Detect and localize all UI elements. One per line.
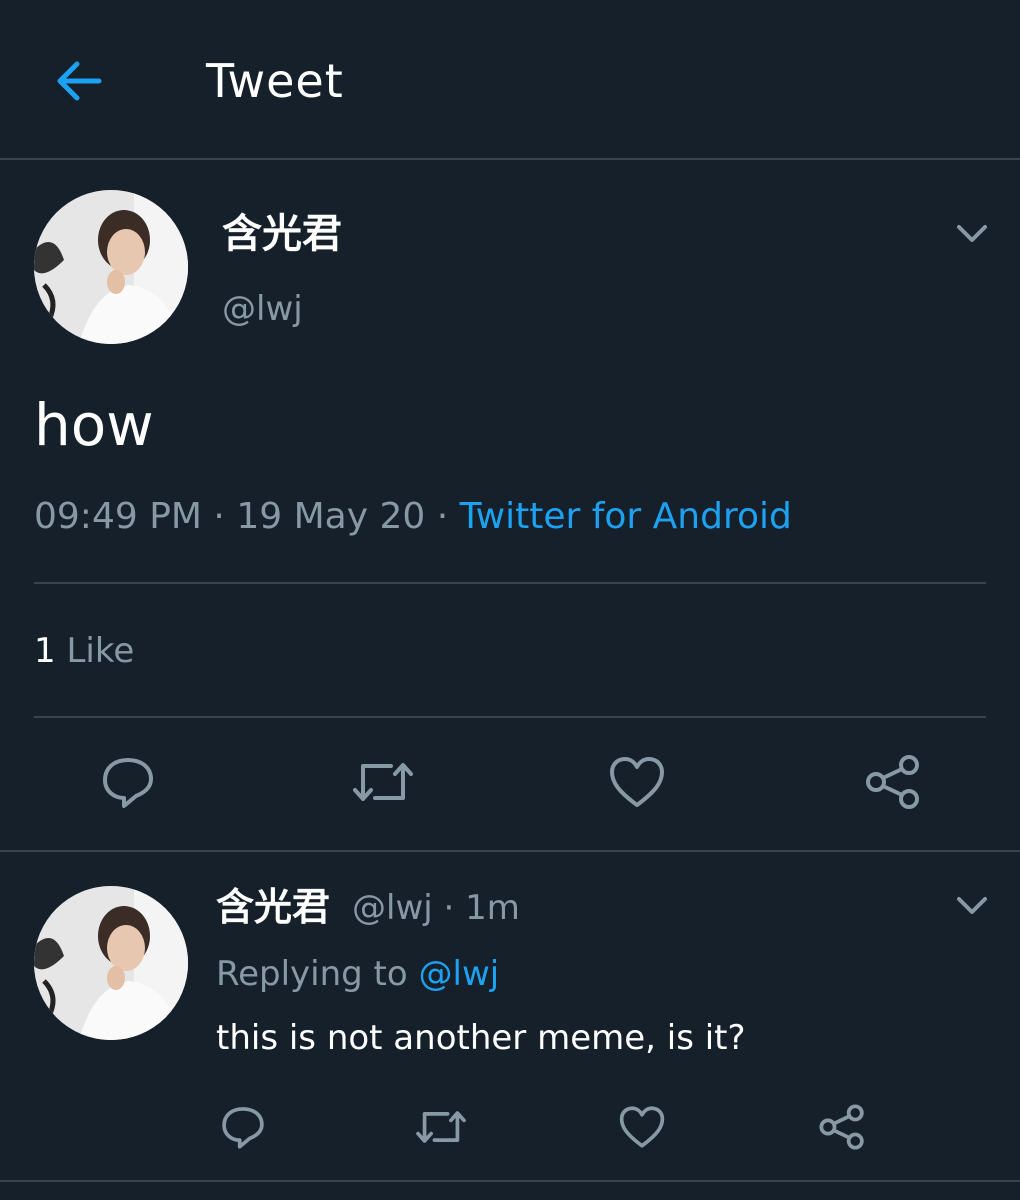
- divider: [0, 1180, 1020, 1182]
- reply-meta: @lwj · 1m: [352, 884, 520, 932]
- header-divider: [0, 158, 1020, 160]
- retweet-icon: [416, 1111, 466, 1143]
- reply-handle[interactable]: @lwj: [352, 888, 433, 928]
- divider: [34, 582, 986, 584]
- tweet-date: 19 May 20: [236, 496, 426, 537]
- avatar[interactable]: [34, 886, 188, 1040]
- meta-separator: ·: [213, 496, 225, 537]
- likes-summary[interactable]: 1 Like: [34, 628, 134, 674]
- tweet-time: 09:49 PM: [34, 496, 202, 537]
- mention-link[interactable]: @lwj: [419, 954, 500, 994]
- like-label: Like: [66, 631, 135, 671]
- retweet-button[interactable]: [350, 752, 416, 812]
- like-count: 1: [34, 631, 56, 671]
- divider: [0, 850, 1020, 852]
- share-icon: [819, 1104, 864, 1150]
- reply-icon: [222, 1107, 264, 1149]
- reply-age: 1m: [465, 888, 520, 928]
- meta-separator: ·: [443, 888, 455, 928]
- share-button[interactable]: [862, 752, 924, 812]
- reply-button[interactable]: [98, 752, 158, 812]
- tweet-text: how: [34, 391, 154, 459]
- top-bar: Tweet: [0, 0, 1020, 158]
- reply-text: this is not another meme, is it?: [216, 1018, 746, 1058]
- tweet-menu-button[interactable]: [950, 884, 994, 928]
- page-title: Tweet: [206, 54, 344, 108]
- like-button[interactable]: [616, 1102, 668, 1152]
- reply-icon: [103, 758, 153, 808]
- tweet-meta: 09:49 PM · 19 May 20 · Twitter for Andro…: [34, 492, 792, 542]
- retweet-icon: [353, 763, 413, 801]
- retweet-button[interactable]: [412, 1102, 470, 1152]
- user-handle[interactable]: @lwj: [222, 286, 303, 332]
- like-icon: [619, 1106, 665, 1148]
- tweet-menu-button[interactable]: [950, 212, 994, 256]
- avatar[interactable]: [34, 190, 188, 344]
- replying-label: Replying to: [216, 954, 408, 994]
- like-icon: [610, 757, 664, 807]
- meta-separator: ·: [436, 496, 449, 537]
- back-button[interactable]: [48, 50, 110, 112]
- tweet-source-link[interactable]: Twitter for Android: [460, 496, 792, 537]
- arrow-left-icon: [57, 61, 102, 101]
- divider: [34, 716, 986, 718]
- chevron-down-icon: [957, 225, 987, 242]
- share-button[interactable]: [816, 1102, 868, 1152]
- share-icon: [866, 755, 919, 809]
- replying-to: Replying to @lwj: [216, 950, 499, 998]
- like-button[interactable]: [606, 752, 668, 812]
- reply-display-name[interactable]: 含光君: [216, 882, 330, 932]
- chevron-down-icon: [957, 897, 987, 914]
- reply-button[interactable]: [218, 1102, 268, 1152]
- display-name[interactable]: 含光君: [222, 208, 342, 260]
